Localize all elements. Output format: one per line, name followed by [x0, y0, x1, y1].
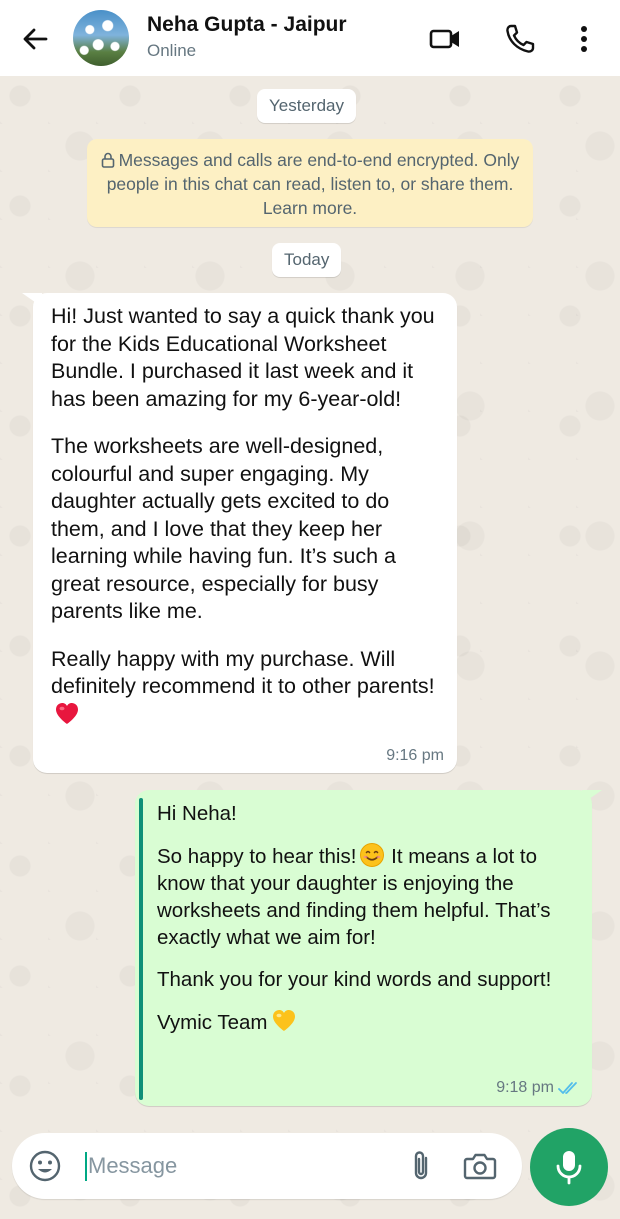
yellow-heart-emoji-icon [272, 1010, 295, 1031]
camera-icon[interactable] [463, 1151, 497, 1181]
signature-text: Vymic Team [157, 1011, 268, 1034]
message-timestamp: 9:16 pm [386, 747, 444, 764]
message-input[interactable] [88, 1148, 388, 1184]
emoji-icon[interactable] [28, 1149, 62, 1183]
mic-icon [556, 1151, 582, 1185]
message-paragraph: Thank you for your kind words and suppor… [157, 968, 552, 991]
text-cursor [85, 1152, 87, 1181]
incoming-message[interactable]: Hi! Just wanted to say a quick thank you… [33, 293, 457, 773]
outgoing-message[interactable]: Hi Neha! So happy to hear this! It means… [135, 790, 592, 1106]
encryption-notice[interactable]: Messages and calls are end-to-end encryp… [87, 139, 533, 227]
message-paragraph: Hi Neha! [157, 802, 237, 825]
message-paragraph: Really happy with my purchase. Will defi… [51, 646, 441, 730]
attach-icon[interactable] [406, 1149, 436, 1183]
message-paragraph-text: So happy to hear this! [157, 845, 357, 868]
chat-header: Neha Gupta - Jaipur Online [0, 0, 620, 76]
phone-call-icon[interactable] [503, 22, 537, 56]
message-paragraph: So happy to hear this! It means a lot to… [157, 842, 576, 951]
quote-accent-bar [139, 798, 143, 1100]
message-timestamp: 9:18 pm [496, 1079, 554, 1096]
voice-message-button[interactable] [530, 1128, 608, 1206]
contact-name[interactable]: Neha Gupta - Jaipur [147, 13, 347, 37]
smiling-face-emoji-icon [360, 843, 385, 867]
message-paragraph-text: Really happy with my purchase. Will defi… [51, 646, 435, 699]
date-chip-today: Today [272, 243, 342, 277]
more-options-icon[interactable] [573, 22, 595, 56]
contact-status: Online [147, 41, 197, 60]
video-call-icon[interactable] [428, 22, 462, 56]
back-arrow-icon[interactable] [20, 24, 50, 54]
message-signature: Vymic Team [157, 1008, 576, 1036]
avatar[interactable] [73, 10, 129, 66]
message-paragraph: Hi! Just wanted to say a quick thank you… [51, 304, 435, 411]
red-heart-emoji-icon [56, 702, 78, 724]
date-chip-yesterday: Yesterday [257, 89, 356, 123]
double-check-read-icon [558, 1082, 577, 1094]
lock-icon [101, 152, 114, 168]
encryption-notice-text: Messages and calls are end-to-end encryp… [106, 150, 520, 218]
message-timestamp-row: 9:18 pm [496, 1079, 580, 1097]
message-paragraph: The worksheets are well-designed, colour… [51, 434, 397, 623]
